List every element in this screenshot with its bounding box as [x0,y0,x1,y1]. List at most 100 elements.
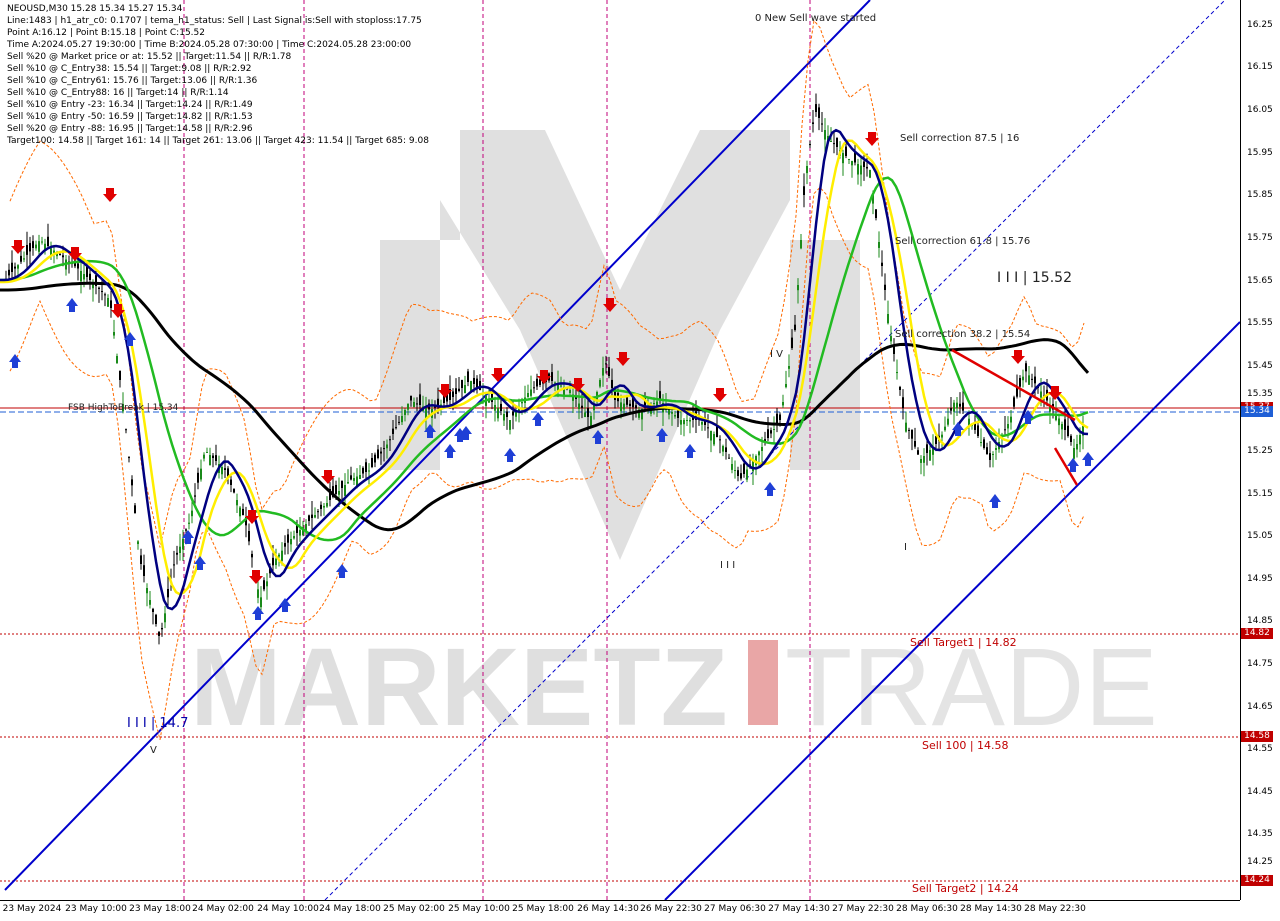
buy-arrow-icon [336,564,348,578]
time-tick: 27 May 06:30 [704,904,766,914]
candle-body [98,287,100,289]
sell-arrow-icon [713,388,727,402]
candle-body [383,448,385,450]
candle-body [860,165,862,175]
candle-body [395,427,397,429]
candle-body [500,403,502,411]
price-tick: 16.05 [1247,105,1273,115]
price-tick: 14.65 [1247,702,1273,712]
candle-body [23,258,25,260]
candle-body [116,356,118,364]
point-low-label: I I I | 14.7 [127,716,188,731]
candle-body [635,405,637,409]
candle-body [203,454,205,459]
price-axis[interactable]: 16.25 16.15 16.05 15.95 15.85 15.75 15.6… [1240,0,1280,900]
candle-body [1019,378,1021,387]
candle-body [734,470,736,471]
time-tick: 26 May 14:30 [577,904,639,914]
buy-arrow-icon [989,494,1001,508]
price-tick: 15.55 [1247,318,1273,328]
candle-body [11,262,13,272]
time-tick: 25 May 10:00 [448,904,510,914]
candle-body [905,422,907,432]
time-tick: 27 May 22:30 [832,904,894,914]
candle-body [794,324,796,330]
candle-body [830,141,832,142]
candle-body [47,236,49,246]
candle-body [131,479,133,486]
candle-body [197,472,199,483]
candle-body [986,447,988,454]
fsb-label: FSB HighToBreak | 15.34 [68,403,179,413]
buy-arrow-icon [279,598,291,612]
candle-body [509,420,511,430]
time-tick: 23 May 18:00 [129,904,191,914]
candle-body [263,580,265,590]
candle-body [878,242,880,248]
price-tick: 15.85 [1247,190,1273,200]
candle-body [989,453,991,460]
price-tick: 14.55 [1247,744,1273,754]
info-line: Sell %20 @ Market price or at: 15.52 || … [7,52,292,62]
candle-body [737,470,739,476]
candle-body [59,253,61,255]
candle-body [527,393,529,398]
candle-body [611,379,613,388]
candle-body [344,485,346,496]
candle-body [392,428,394,434]
candle-body [260,597,262,608]
candle-body [881,262,883,266]
candle-body [530,389,532,396]
candle-body [602,368,604,376]
candle-body [326,503,328,507]
candle-body [506,411,508,417]
candle-body [803,186,805,195]
price-tick: 15.45 [1247,361,1273,371]
buy-arrow-icon [684,444,696,458]
candle-body [767,429,769,438]
candle-body [410,395,412,401]
price-tick: 15.15 [1247,489,1273,499]
candle-body [221,467,223,475]
price-tick: 15.05 [1247,531,1273,541]
candle-body [1061,424,1063,430]
info-line: Target100: 14.58 || Target 161: 14 || Ta… [7,136,429,146]
time-tick: 25 May 18:00 [512,904,574,914]
candle-body [833,143,835,145]
candle-body [797,285,799,291]
candle-body [716,426,718,437]
candle-body [809,144,811,146]
candle-body [368,470,370,472]
correction-875-label: Sell correction 87.5 | 16 [900,133,1019,144]
candle-body [1034,376,1036,384]
time-tick: 24 May 18:00 [319,904,381,914]
wave-label: 0 New Sell wave started [755,13,876,24]
candle-body [818,107,820,118]
candle-body [113,332,115,336]
candle-body [668,409,670,415]
candle-body [347,482,349,484]
candle-body [107,298,109,307]
candle-body [158,631,160,636]
candle-body [1031,378,1033,380]
candle-body [32,241,34,248]
buy-arrow-icon [66,298,78,312]
candle-body [1067,425,1069,436]
candle-body [623,403,625,410]
price-tick: 14.85 [1247,616,1273,626]
candle-body [689,420,691,422]
candle-body [239,507,241,517]
candle-body [686,420,688,421]
candle-body [185,529,187,531]
info-line: Point A:16.12 | Point B:15.18 | Point C:… [7,28,205,38]
indicator-info-panel: NEOUSD,M30 15.28 15.34 15.27 15.34 Line:… [7,3,429,147]
candle-body [359,475,361,479]
info-line: Sell %20 @ Entry -88: 16.95 || Target:14… [7,124,253,134]
price-tick: 15.65 [1247,276,1273,286]
candle-body [761,447,763,451]
candle-body [899,387,901,390]
candle-body [929,450,931,461]
candle-body [683,420,685,425]
candle-body [20,255,22,262]
candle-body [287,534,289,543]
